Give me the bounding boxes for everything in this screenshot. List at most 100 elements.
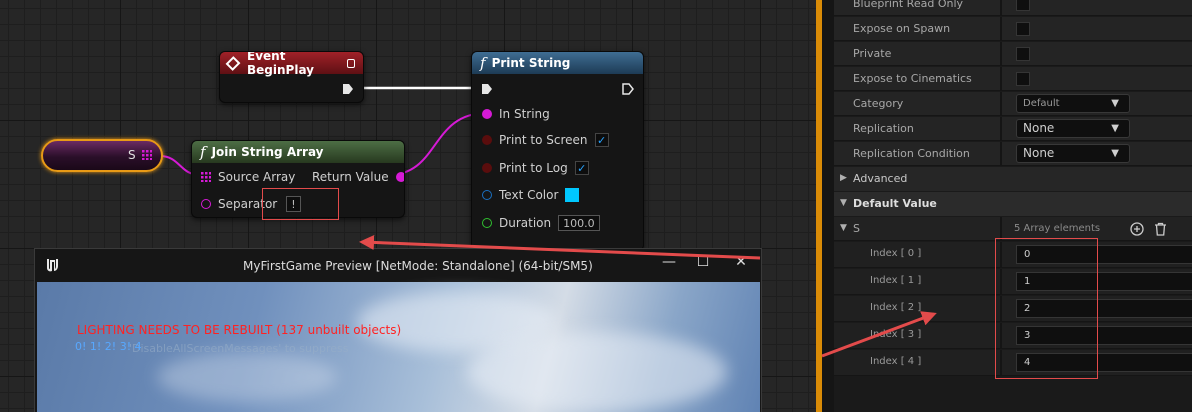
- event-diamond-icon: [225, 55, 241, 71]
- property-row-replication: Replication None ▼: [834, 117, 1192, 141]
- column-divider: [1000, 117, 1002, 141]
- text-color-label: Text Color: [499, 188, 559, 202]
- game-viewport[interactable]: LIGHTING NEEDS TO BE REBUILT (137 unbuil…: [37, 282, 760, 412]
- duration-input[interactable]: 100.0: [558, 215, 600, 231]
- duration-pin[interactable]: Duration 100.0: [482, 215, 600, 231]
- property-label: Replication Condition: [853, 147, 970, 160]
- bool-pin-icon: [482, 135, 492, 145]
- print-string-output: 0! 1! 2! 3! 4: [75, 340, 142, 353]
- chevron-down-icon: ▼: [1111, 123, 1119, 134]
- property-row-category: Category Default ▼: [834, 92, 1192, 116]
- category-dropdown[interactable]: Default ▼: [1016, 94, 1130, 113]
- property-label: Expose to Cinematics: [853, 72, 972, 85]
- array-pin-icon[interactable]: [142, 150, 152, 160]
- array-pin-icon: [201, 172, 211, 182]
- delegate-pin-icon: [347, 58, 355, 68]
- property-label: Category: [853, 97, 904, 110]
- print-to-screen-label: Print to Screen: [499, 133, 588, 147]
- bool-pin-icon: [482, 163, 492, 173]
- preview-title-bar[interactable]: MyFirstGame Preview [NetMode: Standalone…: [35, 249, 761, 282]
- text-color-pin[interactable]: Text Color: [482, 188, 580, 202]
- element-index-label: Index [ 0 ]: [870, 248, 922, 259]
- preview-title: MyFirstGame Preview [NetMode: Standalone…: [243, 259, 593, 273]
- panel-gutter: [822, 0, 834, 412]
- property-row-replication-condition: Replication Condition None ▼: [834, 142, 1192, 166]
- private-checkbox[interactable]: [1016, 47, 1030, 61]
- in-string-pin[interactable]: In String: [482, 107, 550, 121]
- element-index-label: Index [ 3 ]: [870, 329, 922, 340]
- string-pin-icon: [395, 172, 404, 182]
- maximize-button[interactable]: ☐: [691, 254, 715, 270]
- element-index-label: Index [ 2 ]: [870, 302, 922, 313]
- replication-dropdown[interactable]: None ▼: [1016, 119, 1130, 138]
- exec-out-pin-icon[interactable]: [342, 83, 354, 95]
- print-to-screen-pin[interactable]: Print to Screen ✓: [482, 133, 609, 147]
- chevron-down-icon: ▼: [1111, 148, 1119, 159]
- exec-out-pin-icon[interactable]: [622, 83, 634, 95]
- lighting-rebuild-message: LIGHTING NEEDS TO BE REBUILT (137 unbuil…: [77, 323, 402, 337]
- struct-pin-icon: [482, 190, 492, 200]
- expose-to-cinematics-checkbox[interactable]: [1016, 72, 1030, 86]
- column-divider: [1000, 92, 1002, 116]
- array-summary: 5 Array elements: [1014, 223, 1101, 234]
- property-label: Replication: [853, 122, 914, 135]
- variable-s-label: S: [128, 148, 136, 162]
- separator-highlight-box: [262, 188, 339, 220]
- print-to-log-checkbox[interactable]: ✓: [574, 161, 589, 175]
- column-divider: [1000, 142, 1002, 166]
- property-label: Private: [853, 47, 892, 60]
- default-value-section-header[interactable]: ▼ Default Value: [834, 192, 1192, 216]
- property-label: Expose on Spawn: [853, 22, 951, 35]
- close-button[interactable]: ✕: [729, 254, 753, 270]
- add-element-icon[interactable]: [1130, 222, 1144, 236]
- advanced-section-header[interactable]: ▶ Advanced: [834, 167, 1192, 191]
- source-array-label: Source Array: [218, 170, 296, 184]
- advanced-label: Advanced: [853, 172, 908, 185]
- join-string-array-title: Join String Array: [211, 145, 324, 159]
- source-array-pin[interactable]: Source Array: [201, 170, 295, 184]
- chevron-down-icon[interactable]: ▼: [840, 223, 847, 233]
- in-string-label: In String: [499, 107, 550, 121]
- chevron-down-icon: ▼: [1111, 98, 1119, 109]
- return-value-pin[interactable]: Return Value: [312, 170, 404, 184]
- function-icon: f: [480, 54, 486, 72]
- game-preview-window[interactable]: MyFirstGame Preview [NetMode: Standalone…: [34, 248, 762, 412]
- replication-condition-dropdown[interactable]: None ▼: [1016, 144, 1130, 163]
- column-divider: [1000, 17, 1002, 41]
- chevron-down-icon: ▼: [840, 198, 847, 208]
- exec-in-pin-icon[interactable]: [481, 83, 493, 95]
- dropdown-value: Default: [1023, 98, 1060, 109]
- print-string-title: Print String: [491, 56, 571, 70]
- event-begin-play-header: Event BeginPlay: [220, 52, 363, 77]
- property-row-expose-to-cinematics: Expose to Cinematics: [834, 67, 1192, 91]
- duration-label: Duration: [499, 216, 552, 230]
- column-divider: [1000, 0, 1002, 16]
- text-color-swatch[interactable]: [565, 188, 580, 202]
- element-index-label: Index [ 1 ]: [870, 275, 922, 286]
- function-icon: f: [200, 143, 206, 161]
- unreal-logo-icon: [42, 255, 62, 275]
- print-string-header: f Print String: [472, 52, 643, 74]
- print-string-node[interactable]: f Print String In String Print to Screen…: [471, 51, 644, 251]
- minimize-button[interactable]: —: [657, 254, 681, 270]
- blueprint-graph[interactable]: Event BeginPlay f Print String In String…: [0, 0, 816, 412]
- column-divider: [1000, 67, 1002, 91]
- blueprint-read-only-checkbox[interactable]: [1016, 0, 1030, 11]
- sky-cloud: [467, 332, 727, 412]
- default-value-label: Default Value: [853, 197, 937, 210]
- property-row-expose-on-spawn: Expose on Spawn: [834, 17, 1192, 41]
- expose-on-spawn-checkbox[interactable]: [1016, 22, 1030, 36]
- float-pin-icon: [482, 218, 492, 228]
- print-to-log-pin[interactable]: Print to Log ✓: [482, 161, 589, 175]
- string-pin-icon: [482, 109, 492, 119]
- property-row-private: Private: [834, 42, 1192, 66]
- dropdown-value: None: [1023, 121, 1055, 135]
- event-begin-play-node[interactable]: Event BeginPlay: [219, 51, 364, 103]
- dropdown-value: None: [1023, 146, 1055, 160]
- suppress-message: 'DisableAllScreenMessages' to suppress: [129, 342, 349, 355]
- trash-icon[interactable]: [1154, 222, 1167, 236]
- print-to-screen-checkbox[interactable]: ✓: [594, 133, 609, 147]
- join-string-array-header: f Join String Array: [192, 141, 404, 163]
- string-pin-icon: [201, 199, 211, 209]
- return-value-label: Return Value: [312, 170, 389, 184]
